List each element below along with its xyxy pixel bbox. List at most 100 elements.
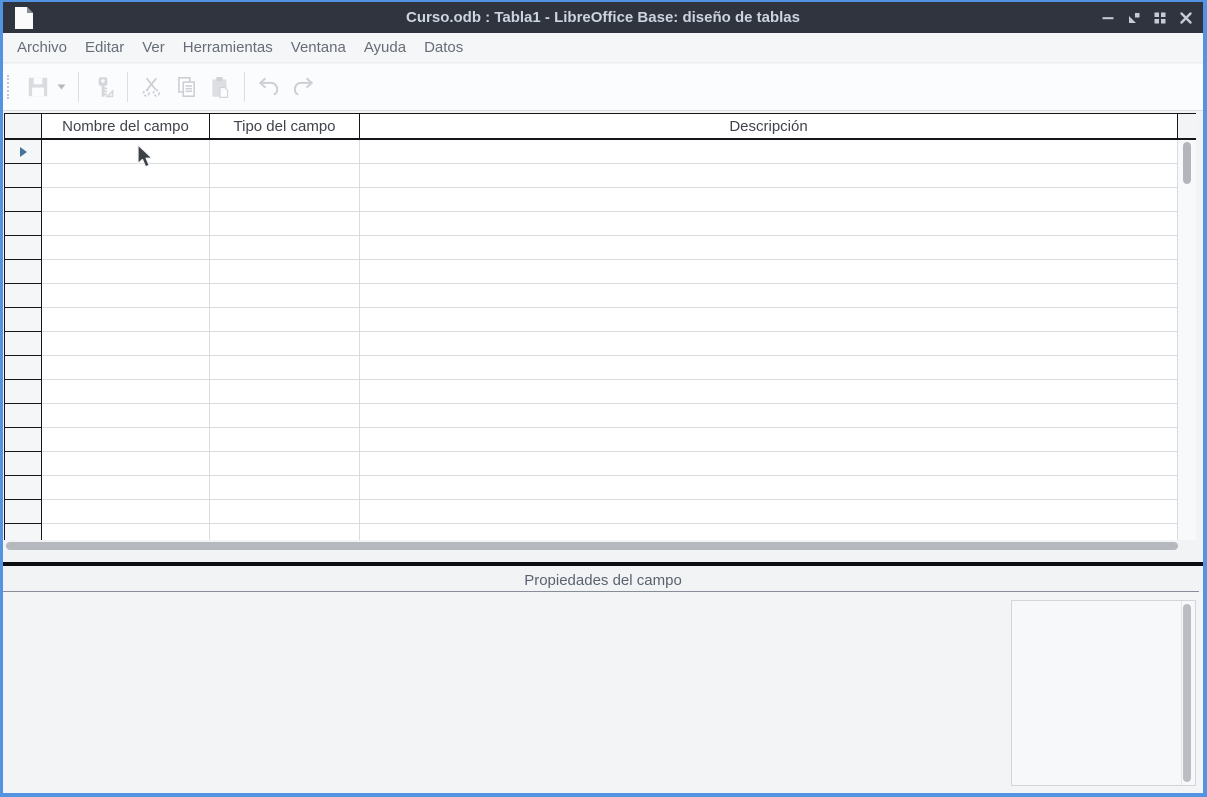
grid-cell-nombre[interactable] (42, 212, 210, 236)
table-row[interactable] (4, 524, 1178, 540)
maximize-grid-icon[interactable] (1151, 9, 1168, 26)
column-header-tipo[interactable]: Tipo del campo (210, 114, 360, 138)
help-box-scrollbar-thumb[interactable] (1183, 604, 1191, 782)
copy-icon[interactable] (169, 70, 203, 104)
grid-cell-descripcion[interactable] (360, 164, 1178, 188)
table-row[interactable] (4, 380, 1178, 404)
row-header-cell[interactable] (4, 524, 42, 540)
column-header-descripcion[interactable]: Descripción (360, 114, 1178, 138)
grid-cell-descripcion[interactable] (360, 428, 1178, 452)
save-icon[interactable] (21, 70, 55, 104)
row-header-cell[interactable] (4, 452, 42, 476)
row-header-cell[interactable] (4, 188, 42, 212)
grid-cell-nombre[interactable] (42, 308, 210, 332)
grid-cell-nombre[interactable] (42, 284, 210, 308)
menu-datos[interactable]: Datos (415, 33, 472, 63)
grid-cell-nombre[interactable] (42, 332, 210, 356)
grid-cell-nombre[interactable] (42, 236, 210, 260)
titlebar[interactable]: Curso.odb : Tabla1 - LibreOffice Base: d… (3, 2, 1203, 33)
index-design-key-icon[interactable] (86, 70, 120, 104)
grid-cell-tipo[interactable] (210, 308, 360, 332)
close-icon[interactable] (1177, 9, 1194, 26)
grid-cell-nombre[interactable] (42, 356, 210, 380)
undo-icon[interactable] (252, 70, 286, 104)
grid-cell-descripcion[interactable] (360, 284, 1178, 308)
row-header-cell[interactable] (4, 164, 42, 188)
grid-cell-tipo[interactable] (210, 476, 360, 500)
grid-cell-descripcion[interactable] (360, 140, 1178, 164)
row-header-cell[interactable] (4, 260, 42, 284)
table-row[interactable] (4, 140, 1178, 164)
grid-cell-tipo[interactable] (210, 428, 360, 452)
save-dropdown-icon[interactable] (55, 70, 67, 104)
menu-archivo[interactable]: Archivo (8, 33, 76, 63)
redo-icon[interactable] (286, 70, 320, 104)
horizontal-scrollbar-thumb[interactable] (6, 542, 1178, 550)
row-header-cell[interactable] (4, 140, 42, 164)
row-header-cell[interactable] (4, 284, 42, 308)
grid-cell-descripcion[interactable] (360, 260, 1178, 284)
grid-cell-nombre[interactable] (42, 188, 210, 212)
row-header-cell[interactable] (4, 476, 42, 500)
grid-cell-nombre[interactable] (42, 404, 210, 428)
table-row[interactable] (4, 236, 1178, 260)
row-header-cell[interactable] (4, 500, 42, 524)
row-header-cell[interactable] (4, 236, 42, 260)
menu-herramientas[interactable]: Herramientas (174, 33, 282, 63)
grid-cell-nombre[interactable] (42, 452, 210, 476)
grid-cell-tipo[interactable] (210, 524, 360, 540)
grid-cell-tipo[interactable] (210, 284, 360, 308)
grid-cell-nombre[interactable] (42, 140, 210, 164)
grid-cell-tipo[interactable] (210, 500, 360, 524)
grid-cell-descripcion[interactable] (360, 188, 1178, 212)
table-row[interactable] (4, 356, 1178, 380)
table-row[interactable] (4, 260, 1178, 284)
table-row[interactable] (4, 476, 1178, 500)
table-row[interactable] (4, 452, 1178, 476)
table-row[interactable] (4, 428, 1178, 452)
grid-cell-tipo[interactable] (210, 404, 360, 428)
grid-cell-descripcion[interactable] (360, 524, 1178, 540)
grid-cell-descripcion[interactable] (360, 500, 1178, 524)
toolbar-drag-handle[interactable] (7, 75, 13, 99)
grid-cell-descripcion[interactable] (360, 308, 1178, 332)
table-row[interactable] (4, 332, 1178, 356)
row-header-cell[interactable] (4, 380, 42, 404)
row-header-cell[interactable] (4, 332, 42, 356)
cut-icon[interactable] (135, 70, 169, 104)
row-header-cell[interactable] (4, 428, 42, 452)
column-header-nombre[interactable]: Nombre del campo (42, 114, 210, 138)
row-header-cell[interactable] (4, 356, 42, 380)
grid-cell-tipo[interactable] (210, 188, 360, 212)
table-row[interactable] (4, 404, 1178, 428)
minimize-icon[interactable] (1099, 9, 1116, 26)
grid-cell-nombre[interactable] (42, 380, 210, 404)
grid-cell-descripcion[interactable] (360, 380, 1178, 404)
grid-cell-nombre[interactable] (42, 500, 210, 524)
grid-cell-tipo[interactable] (210, 212, 360, 236)
grid-cell-tipo[interactable] (210, 356, 360, 380)
grid-cell-descripcion[interactable] (360, 452, 1178, 476)
grid-cell-nombre[interactable] (42, 260, 210, 284)
table-row[interactable] (4, 188, 1178, 212)
menu-ayuda[interactable]: Ayuda (355, 33, 415, 63)
row-header-cell[interactable] (4, 404, 42, 428)
grid-cell-descripcion[interactable] (360, 404, 1178, 428)
row-header-cell[interactable] (4, 308, 42, 332)
paste-icon[interactable] (203, 70, 237, 104)
menu-ver[interactable]: Ver (133, 33, 174, 63)
grid-cell-descripcion[interactable] (360, 236, 1178, 260)
table-row[interactable] (4, 284, 1178, 308)
grid-cell-nombre[interactable] (42, 524, 210, 540)
grid-cell-tipo[interactable] (210, 164, 360, 188)
grid-cell-tipo[interactable] (210, 380, 360, 404)
table-row[interactable] (4, 500, 1178, 524)
grid-cell-nombre[interactable] (42, 476, 210, 500)
row-header-cell[interactable] (4, 212, 42, 236)
vertical-scrollbar-thumb[interactable] (1183, 142, 1191, 184)
grid-cell-descripcion[interactable] (360, 332, 1178, 356)
vertical-scrollbar[interactable] (1178, 140, 1196, 540)
table-row[interactable] (4, 308, 1178, 332)
grid-cell-tipo[interactable] (210, 140, 360, 164)
table-row[interactable] (4, 212, 1178, 236)
